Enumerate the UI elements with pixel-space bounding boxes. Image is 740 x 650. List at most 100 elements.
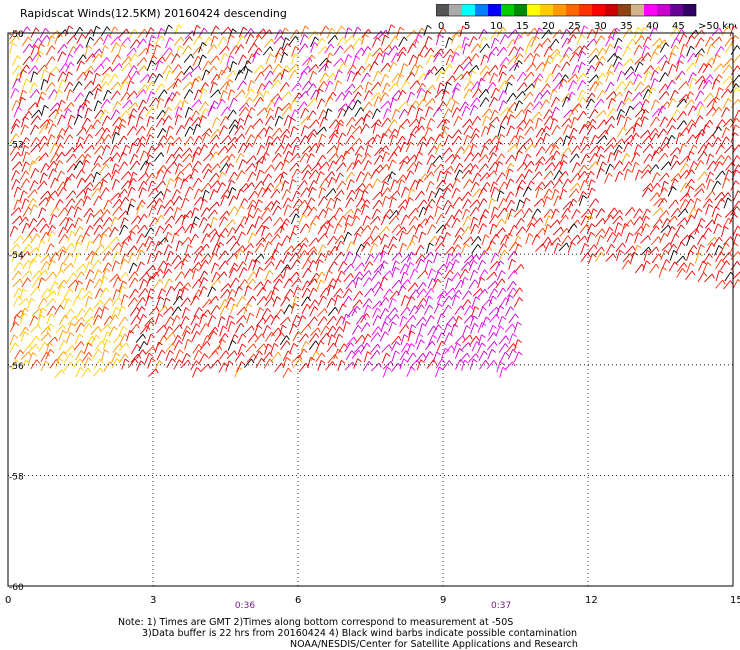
wind-barb-flag — [61, 151, 66, 157]
wind-barb-flag — [428, 295, 434, 300]
wind-barb — [37, 240, 42, 252]
wind-barb-flag — [675, 37, 680, 43]
wind-barb — [22, 234, 30, 244]
wind-barb-flag — [318, 259, 324, 263]
wind-barb — [703, 92, 711, 102]
wind-barb — [423, 204, 430, 216]
wind-barb-flag — [447, 199, 452, 205]
wind-barb — [256, 83, 263, 94]
wind-barb-flag — [98, 307, 104, 312]
wind-barb-flag — [530, 52, 534, 58]
wind-barb — [721, 226, 725, 238]
wind-barb — [281, 189, 288, 200]
wind-barb-flag — [691, 99, 695, 104]
wind-barb-flag — [484, 209, 490, 214]
wind-barb-flag — [298, 278, 302, 283]
wind-barb — [112, 198, 120, 209]
wind-barb-flag — [411, 296, 416, 301]
wind-barb — [306, 246, 315, 256]
wind-barb-flag — [735, 87, 740, 92]
wind-barb — [658, 90, 667, 100]
wind-barb-flag — [486, 43, 490, 49]
wind-barb-flag — [387, 100, 391, 106]
wind-barb-flag — [177, 176, 183, 181]
wind-barb — [343, 263, 352, 273]
wind-barb-flag — [645, 215, 650, 220]
wind-barb — [407, 282, 416, 292]
wind-barb-flag — [718, 126, 722, 131]
wind-barb-flag — [18, 65, 23, 70]
wind-barb-flag — [558, 170, 563, 175]
wind-barb — [118, 161, 125, 172]
wind-barb-flag — [530, 91, 534, 97]
wind-barb-flag — [123, 224, 129, 229]
wind-barb-flag — [566, 54, 570, 59]
wind-barb-flag — [330, 27, 336, 32]
wind-barb — [713, 213, 718, 225]
wind-barb-flag — [178, 163, 184, 168]
wind-barb-flag — [458, 129, 462, 135]
wind-barb-flag — [100, 36, 104, 42]
wind-barb-flag — [559, 179, 563, 184]
wind-barb — [292, 286, 298, 298]
wind-barb-flag — [347, 231, 352, 236]
wind-barb-flag — [638, 117, 643, 122]
wind-barb-flag — [267, 207, 272, 213]
wind-barb — [445, 75, 454, 85]
wind-barb-flag — [721, 154, 725, 160]
wind-barb — [624, 80, 631, 91]
wind-barb — [398, 101, 407, 111]
wind-barb-flag — [230, 297, 235, 302]
wind-barb-flag — [550, 73, 555, 78]
wind-barb-flag — [364, 190, 369, 194]
wind-barb-flag — [252, 163, 256, 168]
wind-barb — [112, 206, 120, 216]
wind-barb-flag — [160, 28, 166, 32]
wind-barb — [111, 260, 117, 272]
wind-barb-flag — [50, 134, 56, 139]
wind-barb-flag — [243, 198, 249, 203]
wind-barb-flag — [339, 122, 344, 127]
wind-barb-flag — [144, 106, 149, 112]
wind-barb-flag — [342, 303, 347, 308]
wind-barb — [22, 55, 31, 66]
wind-barb — [235, 205, 242, 216]
wind-barb-flag — [620, 109, 625, 114]
wind-barb-flag — [107, 262, 112, 267]
wind-barb-flag — [293, 126, 298, 130]
wind-barb-flag — [115, 109, 121, 114]
wind-barb — [184, 116, 191, 128]
wind-barb-flag — [248, 68, 253, 73]
wind-barb-flag — [366, 313, 370, 318]
wind-barb-flag — [205, 108, 210, 113]
wind-barb-flag — [357, 232, 362, 237]
wind-barb — [561, 37, 568, 48]
wind-barb-flag — [70, 308, 75, 313]
wind-barb-flag — [28, 243, 33, 249]
wind-barb-flag — [361, 47, 365, 53]
wind-barb — [37, 180, 45, 191]
wind-barb-flag — [360, 171, 365, 176]
wind-barb — [588, 108, 596, 119]
wind-barb — [236, 306, 245, 316]
wind-barb — [162, 47, 171, 57]
wind-barb-flag — [213, 65, 218, 71]
wind-barb — [146, 288, 152, 300]
wind-barb — [687, 105, 694, 116]
wind-barb — [597, 119, 605, 129]
wind-barb-flag — [565, 74, 569, 79]
wind-barb-flag — [492, 152, 498, 157]
wind-barb — [496, 270, 503, 281]
wind-barb-flag — [123, 161, 128, 166]
wind-barb — [445, 54, 451, 66]
wind-barb-flag — [298, 198, 303, 204]
wind-barb-flag — [486, 182, 491, 187]
wind-barb — [378, 29, 387, 39]
wind-barb-flag — [128, 171, 132, 176]
wind-barb — [580, 209, 590, 219]
wind-barb-flag — [619, 171, 624, 176]
wind-barb — [85, 250, 93, 261]
wind-barb — [319, 220, 329, 229]
wind-barb — [316, 98, 322, 109]
wind-barb-flag — [584, 170, 588, 176]
